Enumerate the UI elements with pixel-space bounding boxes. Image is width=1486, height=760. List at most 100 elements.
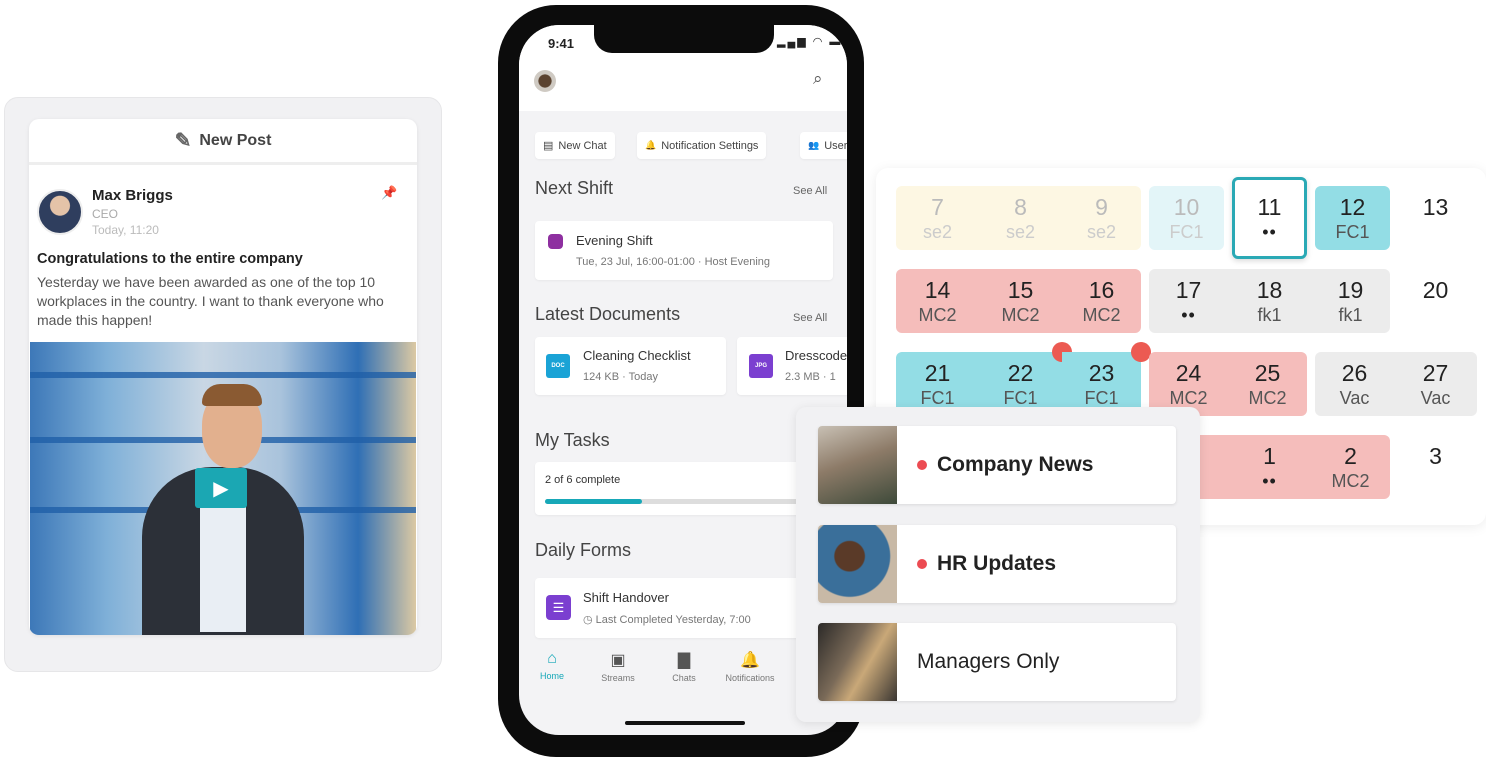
- documents-title: Latest Documents: [535, 304, 681, 324]
- tasks-card[interactable]: 2 of 6 complete: [535, 462, 835, 515]
- author-avatar[interactable]: [37, 189, 83, 235]
- day-number: 21: [924, 360, 951, 386]
- play-icon[interactable]: ▶: [195, 468, 247, 508]
- calendar-day[interactable]: 25 MC2: [1228, 352, 1307, 416]
- calendar-day[interactable]: 13: [1394, 186, 1477, 250]
- new-post-button[interactable]: ✎ New Post: [29, 119, 417, 165]
- shift-code: FC1: [920, 388, 955, 408]
- calendar-day[interactable]: 27 Vac: [1394, 352, 1477, 416]
- channel-label: HR Updates: [937, 552, 1057, 575]
- notification-settings-chip[interactable]: 🔔 Notification Settings: [637, 132, 767, 159]
- jpg-file-icon: JPG: [749, 354, 773, 378]
- calendar-day[interactable]: 10 FC1: [1149, 186, 1224, 250]
- clock-icon: ◷: [583, 614, 596, 626]
- chats-icon: ▇: [677, 652, 691, 669]
- author-role: CEO: [92, 207, 119, 221]
- tab-notifications[interactable]: 🔔 Notifications: [717, 650, 783, 705]
- calendar-day[interactable]: 11 ••: [1232, 177, 1307, 259]
- post-time: Today, 11:20: [92, 223, 159, 237]
- day-number: 14: [924, 277, 951, 303]
- day-number: 16: [1088, 277, 1115, 303]
- day-number: 7: [931, 194, 944, 220]
- post-title: Congratulations to the entire company: [37, 251, 303, 267]
- home-icon: ⌂: [547, 650, 557, 667]
- document-card[interactable]: JPG Dresscode 2.3 MB · 1: [737, 337, 847, 395]
- day-number: 9: [1095, 194, 1108, 220]
- shift-code: ••: [1262, 471, 1277, 491]
- shift-card[interactable]: Evening Shift Tue, 23 Jul, 16:00-01:00 ·…: [535, 221, 833, 280]
- chat-icon: ▤: [543, 140, 554, 152]
- tasks-progress-bar: [545, 499, 835, 504]
- chip-label: Notification Settings: [661, 139, 759, 152]
- calendar-day[interactable]: 12 FC1: [1315, 186, 1390, 250]
- tab-home[interactable]: ⌂ Home: [519, 650, 585, 705]
- channel-managers-only[interactable]: Managers Only: [818, 623, 1176, 701]
- shift-color-icon: [548, 234, 563, 249]
- new-post-label: New Post: [199, 131, 272, 149]
- tab-label: Notifications: [725, 673, 775, 683]
- doc-file-icon: DOC: [546, 354, 570, 378]
- see-all-shifts[interactable]: See All: [793, 185, 827, 197]
- shift-code: FC1: [1084, 388, 1119, 408]
- new-chat-chip[interactable]: ▤ New Chat: [535, 132, 615, 159]
- day-number: 17: [1175, 277, 1202, 303]
- calendar-day[interactable]: 2 MC2: [1311, 435, 1390, 499]
- shift-code: ••: [1181, 305, 1196, 325]
- users-icon: 👥: [808, 140, 820, 150]
- day-number: 2: [1344, 443, 1357, 469]
- profile-avatar[interactable]: [534, 70, 556, 92]
- see-all-documents[interactable]: See All: [793, 312, 827, 324]
- users-chip[interactable]: 👥 Users: [800, 132, 847, 159]
- day-number: 19: [1337, 277, 1364, 303]
- form-card[interactable]: ☰ Shift Handover ◷ Last Completed Yester…: [535, 578, 835, 638]
- calendar-day[interactable]: 19 fk1: [1311, 269, 1390, 333]
- calendar-day[interactable]: 9 se2: [1062, 186, 1141, 250]
- alert-dot-icon: [1131, 342, 1151, 362]
- next-shift-title: Next Shift: [535, 178, 614, 198]
- calendar-day[interactable]: 16 MC2: [1062, 269, 1141, 333]
- calendar-day[interactable]: 18 fk1: [1228, 269, 1311, 333]
- calendar-day[interactable]: 17 ••: [1149, 269, 1228, 333]
- shift-code: ••: [1262, 222, 1277, 242]
- calendar-day[interactable]: 14 MC2: [896, 269, 979, 333]
- day-number: 13: [1422, 194, 1449, 220]
- day-number: 24: [1175, 360, 1202, 386]
- day-number: 27: [1422, 360, 1449, 386]
- notch: [594, 25, 774, 53]
- bell-icon: 🔔: [645, 140, 657, 150]
- post-video[interactable]: ▶: [30, 342, 416, 635]
- shift-code: se2: [922, 222, 953, 242]
- calendar-day[interactable]: 20: [1394, 269, 1477, 333]
- author-name[interactable]: Max Briggs: [92, 187, 173, 204]
- shift-code: fk1: [1257, 305, 1282, 325]
- shift-code: fk1: [1338, 305, 1363, 325]
- tab-streams[interactable]: ▣ Streams: [585, 650, 651, 705]
- channel-hr-updates[interactable]: HR Updates: [818, 525, 1176, 603]
- unread-dot-icon: [917, 559, 927, 569]
- calendar-day[interactable]: 1 ••: [1228, 435, 1311, 499]
- search-icon[interactable]: ⌕: [813, 69, 823, 89]
- status-time: 9:41: [548, 36, 575, 51]
- document-card[interactable]: DOC Cleaning Checklist 124 KB · Today: [535, 337, 726, 395]
- calendar-day[interactable]: 3: [1394, 435, 1477, 499]
- document-meta: 124 KB · Today: [583, 371, 659, 383]
- form-list-icon: ☰: [546, 595, 571, 620]
- calendar-day[interactable]: 8 se2: [979, 186, 1062, 250]
- day-number: 10: [1173, 194, 1200, 220]
- shift-code: FC1: [1169, 222, 1204, 242]
- tab-label: Home: [539, 671, 564, 681]
- calendar-day[interactable]: 7 se2: [896, 186, 979, 250]
- shift-detail: Tue, 23 Jul, 16:00-01:00 · Host Evening: [576, 256, 771, 268]
- day-number: 11: [1257, 194, 1282, 220]
- channel-label: Company News: [937, 453, 1094, 476]
- day-number: 25: [1254, 360, 1281, 386]
- channel-company-news[interactable]: Company News: [818, 426, 1176, 504]
- calendar-day[interactable]: 26 Vac: [1315, 352, 1394, 416]
- day-number: 26: [1341, 360, 1368, 386]
- day-number: 8: [1014, 194, 1027, 220]
- calendar-day[interactable]: 15 MC2: [979, 269, 1062, 333]
- document-meta: 2.3 MB · 1: [785, 371, 836, 383]
- document-name: Dresscode: [785, 348, 847, 363]
- pin-icon[interactable]: 📌: [381, 185, 397, 201]
- tab-chats[interactable]: ▇ Chats: [651, 650, 717, 705]
